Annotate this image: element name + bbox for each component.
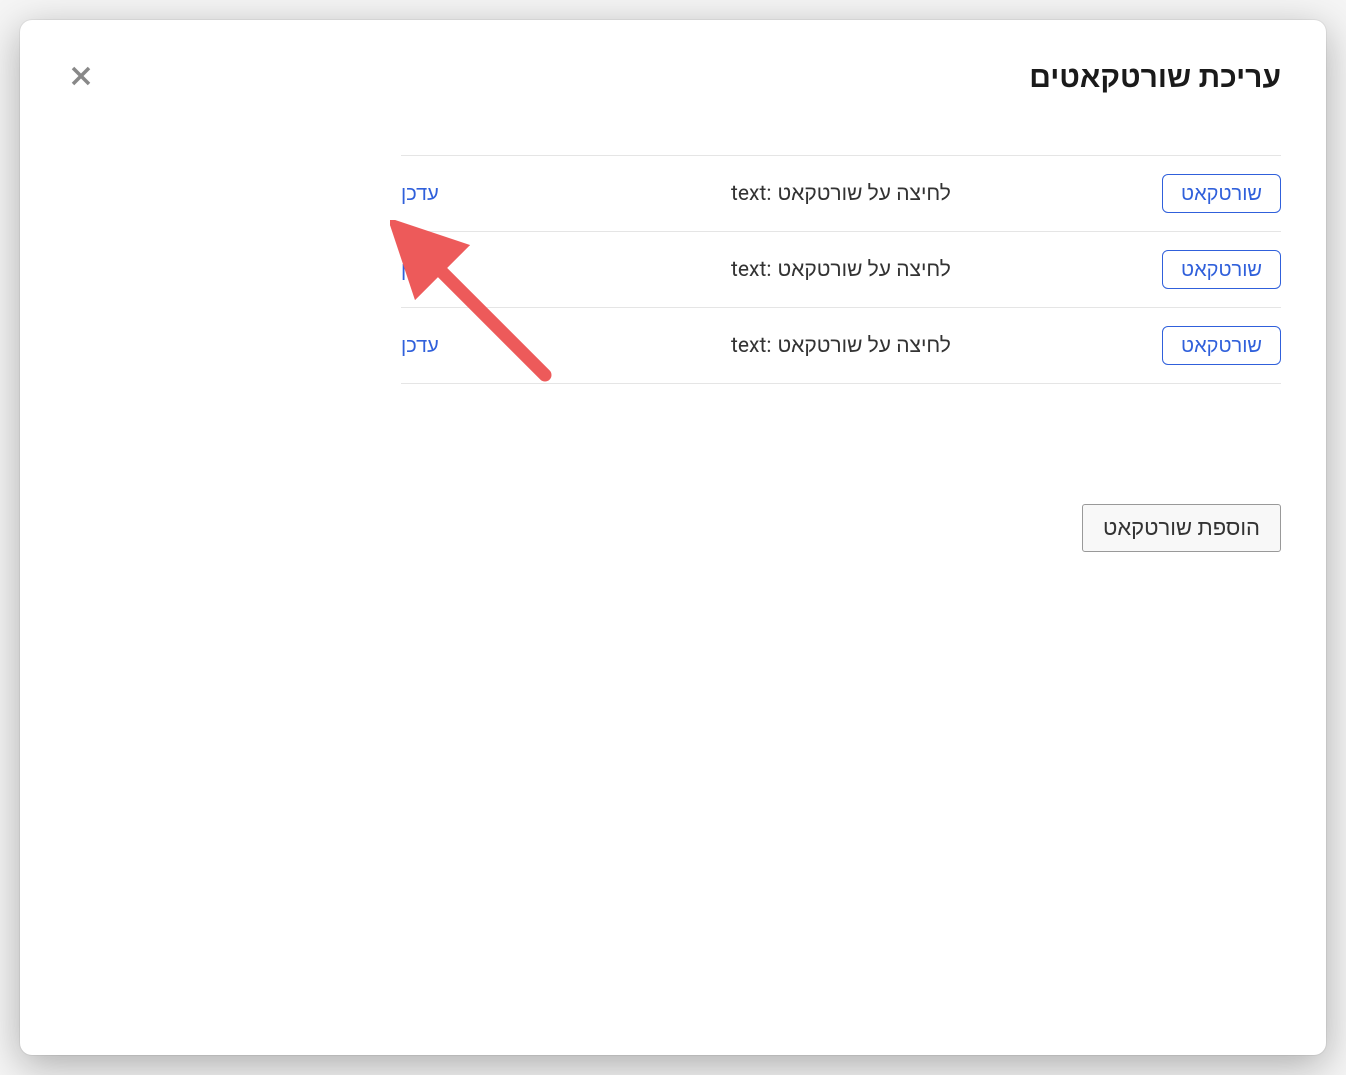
text-content: לחיצה על שורטקאט: [777, 182, 951, 206]
text-prefix: text:: [731, 334, 771, 358]
add-shortcut-button[interactable]: הוספת שורטקאט: [1082, 504, 1281, 552]
update-link[interactable]: עדכן: [401, 257, 439, 281]
shortcut-edit-modal: עריכת שורטקאטים שורטקאט text: לחיצה על ש…: [20, 20, 1326, 1055]
shortcut-badge[interactable]: שורטקאט: [1162, 250, 1281, 289]
update-cell: עדכן: [401, 257, 551, 282]
update-cell: עדכן: [401, 333, 551, 358]
text-prefix: text:: [731, 182, 771, 206]
text-content: לחיצה על שורטקאט: [777, 334, 951, 358]
shortcut-text-cell: text: לחיצה על שורטקאט: [551, 182, 1131, 206]
shortcut-text-cell: text: לחיצה על שורטקאט: [551, 334, 1131, 358]
shortcut-badge[interactable]: שורטקאט: [1162, 326, 1281, 365]
shortcut-badge[interactable]: שורטקאט: [1162, 174, 1281, 213]
shortcut-text-cell: text: לחיצה על שורטקאט: [551, 258, 1131, 282]
badge-cell: שורטקאט: [1131, 250, 1281, 289]
update-cell: עדכן: [401, 181, 551, 206]
shortcut-list: שורטקאט text: לחיצה על שורטקאט עדכן שורט…: [401, 155, 1281, 384]
text-content: לחיצה על שורטקאט: [777, 258, 951, 282]
update-link[interactable]: עדכן: [401, 181, 439, 205]
badge-cell: שורטקאט: [1131, 174, 1281, 213]
shortcut-row: שורטקאט text: לחיצה על שורטקאט עדכן: [401, 155, 1281, 231]
update-link[interactable]: עדכן: [401, 333, 439, 357]
shortcut-row: שורטקאט text: לחיצה על שורטקאט עדכן: [401, 307, 1281, 384]
text-prefix: text:: [731, 258, 771, 282]
modal-title: עריכת שורטקאטים: [65, 60, 1281, 95]
shortcut-row: שורטקאט text: לחיצה על שורטקאט עדכן: [401, 231, 1281, 307]
badge-cell: שורטקאט: [1131, 326, 1281, 365]
close-icon[interactable]: [65, 60, 97, 92]
